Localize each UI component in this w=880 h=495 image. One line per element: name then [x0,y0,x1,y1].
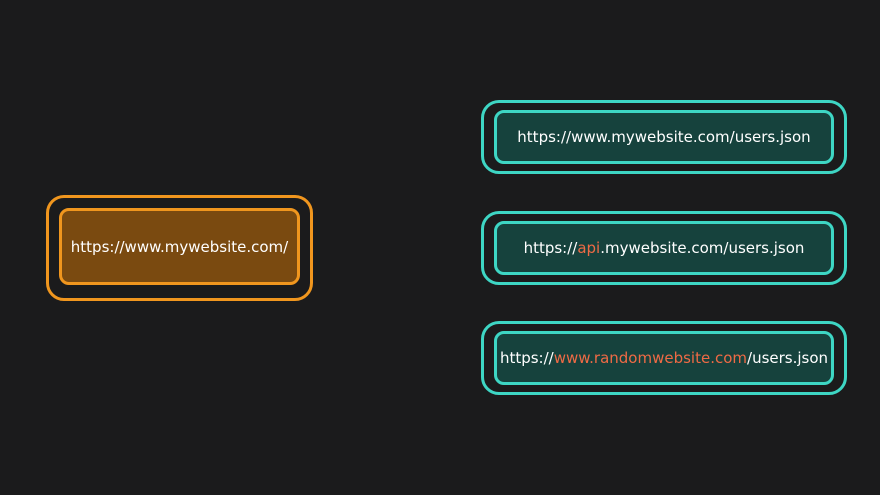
target-3-url: https://www.randomwebsite.com/users.json [500,349,828,367]
target-3-url-suffix: /users.json [747,349,829,367]
target-1-box: https://www.mywebsite.com/users.json [494,110,834,164]
target-2-url-suffix: .mywebsite.com/users.json [600,239,805,257]
source-origin-box: https://www.mywebsite.com/ [59,208,300,285]
target-3-box: https://www.randomwebsite.com/users.json [494,331,834,385]
source-origin-url: https://www.mywebsite.com/ [70,237,289,256]
target-2-url-prefix: https:// [523,239,578,257]
target-3-url-highlight: www.randomwebsite.com [553,349,748,367]
target-2-url: https://api.mywebsite.com/users.json [524,239,805,257]
target-1-url-prefix: https://www.mywebsite.com/users.json [517,128,811,146]
target-2-url-highlight: api [577,239,601,257]
target-2-box: https://api.mywebsite.com/users.json [494,221,834,275]
target-3-url-prefix: https:// [499,349,554,367]
target-1-url: https://www.mywebsite.com/users.json [517,128,810,146]
